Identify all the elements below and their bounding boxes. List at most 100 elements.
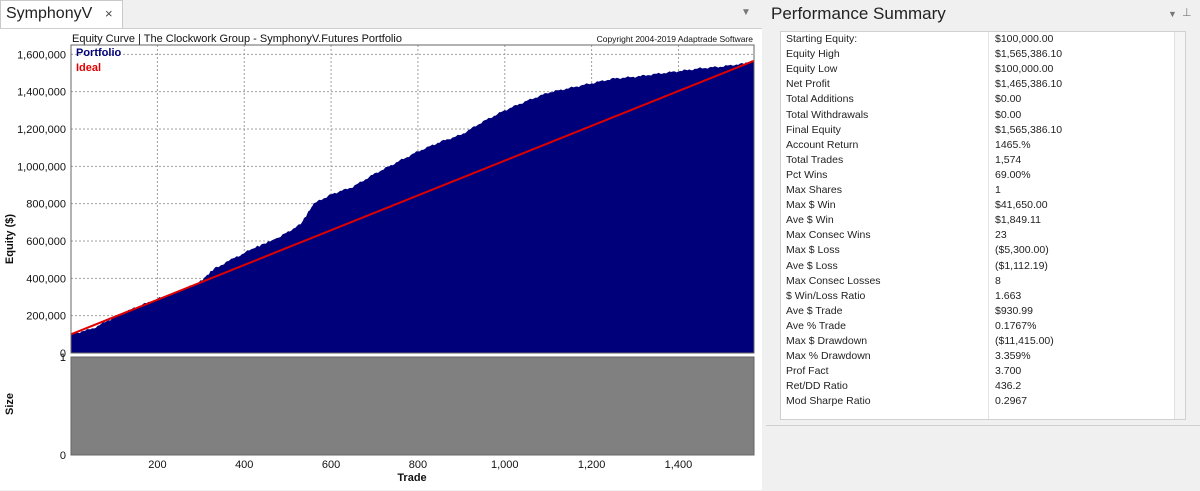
summary-label: Max Shares: [786, 184, 843, 196]
summary-value: $100,000.00: [995, 33, 1054, 45]
summary-label: Max % Drawdown: [786, 350, 871, 363]
size-tick-label: 0: [60, 450, 66, 462]
summary-value: ($11,415.00): [995, 335, 1054, 347]
summary-row: Max Shares 1: [781, 183, 1185, 198]
summary-row: Ave $ Trade $930.99: [781, 304, 1185, 319]
y-tick-label: 1,400,000: [17, 87, 66, 99]
summary-row: Net Profit $1,465,386.10: [781, 77, 1185, 92]
summary-label: Max $ Win: [786, 199, 836, 212]
summary-row: Ret/DD Ratio 436.2: [781, 379, 1185, 394]
summary-label: Max Consec Losses: [786, 274, 881, 287]
summary-label: Max Consec Wins: [786, 229, 871, 242]
summary-value: 3.700: [995, 365, 1022, 378]
summary-value: $1,565,386.10: [995, 123, 1063, 136]
portfolio-equity-area: [71, 60, 754, 354]
pin-icon[interactable]: ⊥: [1182, 6, 1192, 19]
summary-value: 0.2967: [995, 395, 1028, 408]
summary-value: $0.00: [995, 93, 1022, 106]
size-tick-label: 1: [60, 352, 66, 364]
y-tick-label: 1,600,000: [17, 49, 66, 61]
equity-chart-area: Equity Curve | The Clockwork Group - Sym…: [0, 29, 762, 490]
summary-value: 8: [995, 274, 1001, 287]
lower-empty-panel: [766, 425, 1200, 491]
summary-row: Prof Fact 3.700: [781, 364, 1185, 379]
summary-value: $1,565,386.10: [995, 48, 1063, 61]
summary-label: Ret/DD Ratio: [786, 380, 848, 393]
legend-portfolio: Portfolio: [76, 47, 121, 59]
tab-list-dropdown-icon[interactable]: ▼: [741, 7, 751, 18]
summary-value: 0.1767%: [995, 319, 1037, 332]
chart-title: Equity Curve | The Clockwork Group - Sym…: [72, 33, 402, 45]
summary-label: Prof Fact: [786, 365, 829, 378]
equity-chart: Equity Curve | The Clockwork Group - Sym…: [4, 33, 755, 484]
summary-value: 1.663: [995, 289, 1022, 302]
summary-row: Max $ Loss ($5,300.00): [781, 243, 1185, 258]
summary-value: $1,465,386.10: [995, 78, 1063, 91]
summary-value: ($5,300.00): [995, 244, 1049, 257]
equity-y-tick-labels: 0200,000400,000600,000800,0001,000,0001,…: [17, 49, 66, 360]
summary-label: $ Win/Loss Ratio: [786, 289, 866, 302]
summary-value: $930.99: [995, 304, 1033, 317]
summary-label: Mod Sharpe Ratio: [786, 395, 871, 408]
summary-value: 1: [995, 184, 1001, 196]
summary-row: Total Additions $0.00: [781, 92, 1185, 107]
summary-label: Max $ Loss: [786, 244, 840, 257]
summary-label: Max $ Drawdown: [786, 335, 868, 347]
summary-row: Total Trades 1,574: [781, 153, 1185, 168]
x-tick-label: 1,400: [665, 459, 693, 471]
summary-value: 436.2: [995, 380, 1022, 393]
summary-label: Total Additions: [786, 93, 854, 106]
tab-symphonyv-label: SymphonyV: [6, 5, 93, 22]
summary-label: Net Profit: [786, 78, 830, 91]
summary-row: Final Equity $1,565,386.10: [781, 123, 1185, 138]
tab-symphonyv[interactable]: SymphonyV ×: [0, 0, 123, 28]
summary-row: Max Consec Wins 23: [781, 228, 1185, 243]
document-tab-strip: SymphonyV × ▼: [0, 0, 762, 29]
x-tick-label: 400: [235, 459, 253, 471]
summary-row: Total Withdrawals $0.00: [781, 108, 1185, 123]
summary-row: Equity High $1,565,386.10: [781, 47, 1185, 62]
x-tick-label: 1,200: [578, 459, 606, 471]
x-tick-label: 600: [322, 459, 340, 471]
y-tick-label: 800,000: [26, 199, 66, 211]
summary-row: Max Consec Losses 8: [781, 274, 1185, 289]
summary-value: 1465.%: [995, 138, 1031, 151]
x-tick-label: 200: [148, 459, 166, 471]
summary-row: Ave % Trade 0.1767%: [781, 319, 1185, 334]
summary-table: Starting Equity: $100,000.00 Equity High $1…: [780, 31, 1186, 420]
summary-label: Equity Low: [786, 63, 838, 76]
summary-row: $ Win/Loss Ratio 1.663: [781, 289, 1185, 304]
summary-value: $41,650.00: [995, 199, 1048, 212]
legend-ideal: Ideal: [76, 62, 101, 74]
summary-label: Total Trades: [786, 153, 844, 166]
summary-label: Total Withdrawals: [786, 108, 869, 121]
summary-row: Max $ Drawdown ($11,415.00): [781, 334, 1185, 349]
summary-row: Mod Sharpe Ratio 0.2967: [781, 394, 1185, 409]
summary-label: Ave % Trade: [786, 319, 846, 332]
summary-value: ($1,112.19): [995, 259, 1048, 272]
panel-title: Performance Summary: [771, 4, 946, 23]
summary-row: Account Return 1465.%: [781, 138, 1185, 153]
summary-value: 69.00%: [995, 168, 1031, 181]
x-tick-labels: 200 400 600 800 1,000 1,200 1,400: [148, 459, 692, 471]
summary-row: Pct Wins 69.00%: [781, 168, 1185, 183]
summary-label: Equity High: [786, 48, 840, 61]
equity-y-axis-label: Equity ($): [4, 214, 16, 264]
y-tick-label: 1,200,000: [17, 124, 66, 136]
size-tick-labels: 01: [60, 352, 66, 462]
summary-row: Equity Low $100,000.00: [781, 62, 1185, 77]
close-icon[interactable]: ×: [105, 6, 113, 21]
size-area: [71, 357, 754, 455]
summary-value: $0.00: [995, 108, 1022, 121]
summary-label: Ave $ Trade: [786, 304, 843, 317]
summary-row: Ave $ Win $1,849.11: [781, 213, 1185, 228]
summary-label: Pct Wins: [786, 168, 828, 181]
y-tick-label: 400,000: [26, 273, 66, 285]
panel-options-dropdown-icon[interactable]: ▼: [1168, 9, 1177, 19]
summary-row: Max $ Win $41,650.00: [781, 198, 1185, 213]
y-tick-label: 600,000: [26, 236, 66, 248]
summary-value: 23: [995, 229, 1007, 242]
x-tick-label: 800: [409, 459, 427, 471]
summary-label: Ave $ Win: [786, 214, 834, 227]
summary-row: Starting Equity: $100,000.00: [781, 32, 1185, 47]
